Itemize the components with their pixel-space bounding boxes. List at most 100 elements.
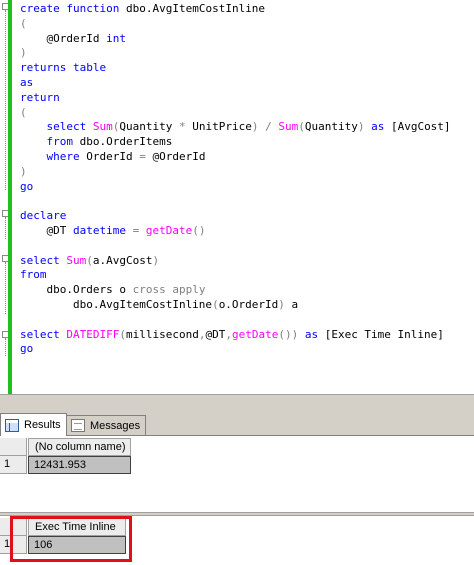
code-token: ( — [119, 327, 126, 341]
tab-results-label: Results — [24, 419, 61, 431]
code-token: ) — [20, 46, 27, 60]
code-token: table — [72, 61, 107, 75]
code-token: select — [20, 253, 60, 267]
result-cell[interactable]: 12431.953 — [28, 456, 131, 474]
code-line[interactable]: ( — [20, 17, 474, 32]
code-line[interactable] — [20, 313, 474, 328]
code-token: millisecond — [125, 327, 199, 341]
tab-messages-label: Messages — [90, 419, 141, 432]
code-token: Sum — [278, 120, 299, 134]
query-editor[interactable]: create function dbo.AvgItemCostInline( @… — [0, 0, 474, 394]
code-token: / — [265, 120, 272, 134]
code-token: * — [178, 120, 186, 134]
code-token: @DT — [205, 327, 226, 341]
pane-splitter[interactable] — [0, 394, 474, 410]
grid-corner[interactable] — [0, 438, 27, 456]
code-token: @DT — [20, 223, 73, 237]
code-token: ( — [86, 253, 93, 267]
code-token: as — [20, 75, 34, 89]
code-line[interactable]: go — [20, 342, 474, 357]
code-token: = — [139, 149, 146, 163]
code-token: dbo.AvgItemCostInline — [119, 2, 266, 15]
code-line[interactable]: select DATEDIFF(millisecond,@DT,getDate(… — [20, 328, 474, 343]
code-line[interactable]: where OrderId = @OrderId — [20, 150, 474, 165]
code-token: declare — [20, 209, 67, 223]
code-line[interactable]: select Sum(a.AvgCost) — [20, 254, 474, 269]
code-line[interactable]: create function dbo.AvgItemCostInline — [20, 2, 474, 17]
code-token: ( — [298, 120, 305, 134]
code-token: select — [20, 327, 60, 341]
code-line[interactable]: ) — [20, 165, 474, 180]
code-line[interactable]: select Sum(Quantity * UnitPrice) / Sum(Q… — [20, 120, 474, 135]
results-tab-bar: Results Messages — [0, 410, 474, 436]
code-token: o.OrderId — [218, 297, 279, 311]
code-token: ) — [20, 164, 27, 178]
code-line[interactable]: ) — [20, 46, 474, 61]
code-token: Quantity — [119, 120, 179, 134]
tab-results[interactable]: Results — [0, 413, 67, 436]
sql-code[interactable]: create function dbo.AvgItemCostInline( @… — [20, 2, 474, 357]
code-token: ) — [278, 297, 285, 311]
code-token: function — [66, 2, 120, 15]
code-token: where — [46, 149, 80, 163]
column-header[interactable]: (No column name) — [28, 438, 131, 456]
code-token: a.AvgCost — [92, 253, 153, 267]
code-token: Sum — [66, 253, 87, 267]
change-indicator-bar — [8, 0, 12, 394]
code-token: cross — [132, 283, 166, 297]
code-line[interactable]: go — [20, 180, 474, 195]
code-token: [Exec Time Inline] — [318, 327, 444, 341]
code-token: dbo.AvgItemCostInline — [20, 297, 213, 311]
code-token: ) — [152, 253, 160, 267]
code-token: Quantity — [304, 120, 358, 134]
code-token: a — [284, 297, 299, 311]
tab-messages[interactable]: Messages — [66, 415, 147, 435]
code-line[interactable]: ( — [20, 106, 474, 121]
code-line[interactable]: as — [20, 76, 474, 91]
code-line[interactable] — [20, 239, 474, 254]
row-number[interactable]: 1 — [0, 456, 27, 474]
code-token: apply — [172, 283, 206, 297]
code-line[interactable]: @OrderId int — [20, 32, 474, 47]
code-token: @OrderId — [145, 149, 206, 163]
code-line[interactable] — [20, 194, 474, 209]
code-token: dbo.OrderItems — [73, 135, 173, 149]
code-token: () — [192, 223, 206, 237]
message-icon — [71, 419, 85, 432]
code-token: UnitPrice — [185, 120, 252, 134]
code-token: as — [371, 120, 385, 134]
code-token: select — [46, 120, 87, 134]
code-token: return — [20, 90, 60, 104]
code-token: ( — [212, 297, 219, 311]
code-line[interactable]: dbo.AvgItemCostInline(o.OrderId) a — [20, 298, 474, 313]
code-token: @OrderId — [20, 31, 107, 45]
code-token: ( — [20, 105, 27, 119]
highlight-box — [10, 516, 132, 562]
code-line[interactable]: from dbo.OrderItems — [20, 135, 474, 150]
code-token: DATEDIFF — [66, 327, 120, 341]
code-token: dbo.Orders o — [20, 283, 133, 297]
code-token: go — [20, 179, 34, 193]
code-token: Sum — [92, 120, 113, 134]
code-token: go — [20, 342, 34, 356]
code-line[interactable]: declare — [20, 209, 474, 224]
code-line[interactable]: returns table — [20, 61, 474, 76]
grid-icon — [5, 418, 19, 432]
code-line[interactable]: from — [20, 268, 474, 283]
code-token: getDate — [145, 223, 193, 237]
code-token: returns — [20, 61, 67, 75]
code-token: getDate — [231, 327, 279, 341]
code-token: as — [304, 327, 319, 341]
code-line[interactable]: return — [20, 91, 474, 106]
code-token: [AvgCost] — [384, 120, 451, 134]
code-line[interactable]: dbo.Orders o cross apply — [20, 283, 474, 298]
code-line[interactable]: @DT datetime = getDate() — [20, 224, 474, 239]
